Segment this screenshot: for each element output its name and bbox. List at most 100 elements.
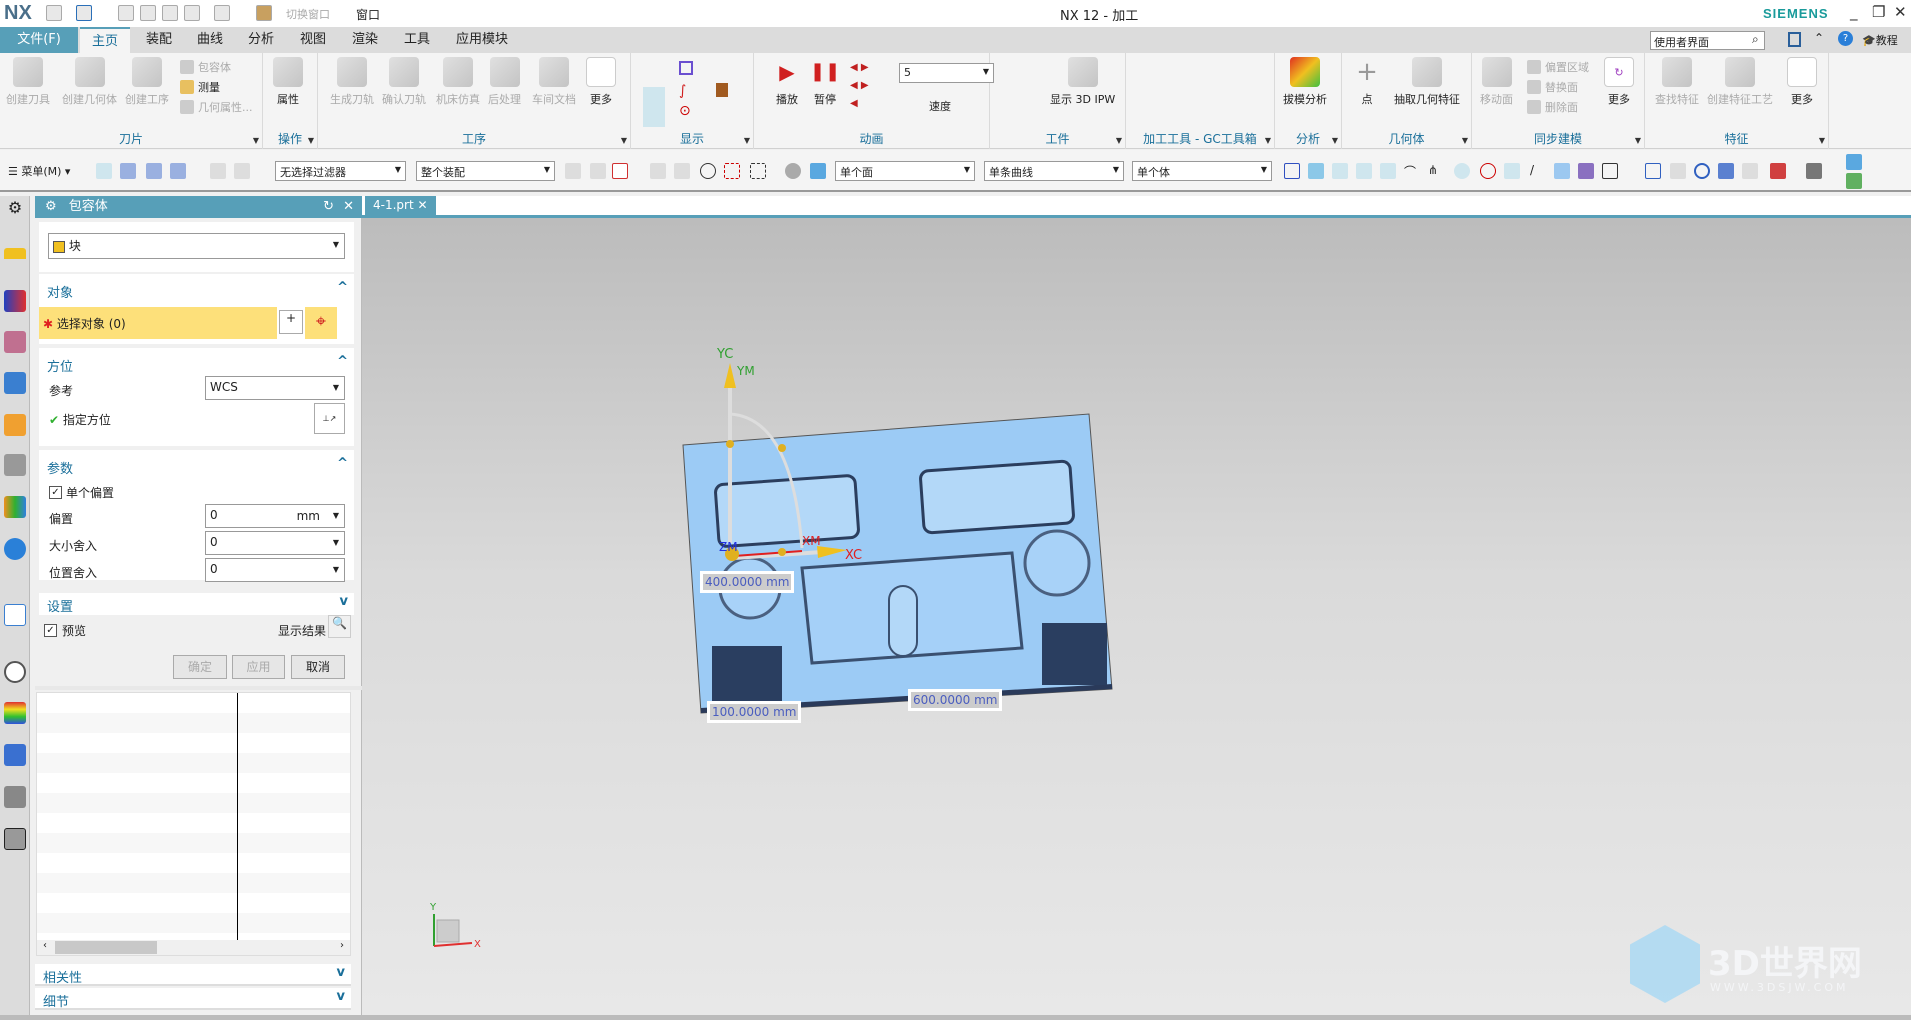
preview-checkbox[interactable]: ✓	[44, 624, 57, 637]
point-icon[interactable]: ⊙	[679, 103, 691, 119]
tab-file[interactable]: 文件(F)	[0, 27, 78, 53]
replace-face-button[interactable]: 替换面	[1527, 79, 1578, 95]
menu-button[interactable]: ☰ 菜单(M) ▾	[8, 163, 70, 179]
bounding-body-button[interactable]: 包容体	[180, 59, 231, 75]
tool-icon[interactable]	[4, 744, 26, 766]
rotate-icon[interactable]	[1694, 163, 1710, 179]
control-point-icon[interactable]: ⌒	[1404, 163, 1420, 179]
snap-icon[interactable]	[650, 163, 666, 179]
expand-icon[interactable]: v	[337, 989, 345, 1004]
assembly-navigator-icon[interactable]	[4, 414, 26, 436]
search-icon[interactable]: ⌕	[1752, 32, 1759, 47]
switch-window-button[interactable]: 切换窗口	[286, 6, 330, 22]
selection-icon[interactable]	[146, 163, 162, 179]
orientation-header[interactable]: 方位	[47, 356, 73, 375]
body-rule-dropdown[interactable]: 单个体	[1132, 161, 1272, 181]
dependency-header[interactable]: 相关性	[43, 967, 82, 986]
pan-icon[interactable]	[1670, 163, 1686, 179]
snap-icon[interactable]	[674, 163, 690, 179]
offset-unit[interactable]: mm	[297, 509, 320, 523]
command-search-input[interactable]: 使用者界面	[1650, 31, 1765, 50]
settings-icon[interactable]: ⚙	[4, 198, 26, 220]
orient-view-icon[interactable]	[1846, 154, 1862, 170]
csys-dialog-button[interactable]: ⊥↗	[314, 403, 345, 434]
show-result-button[interactable]: 🔍	[328, 615, 351, 638]
details-header[interactable]: 细节	[43, 991, 69, 1010]
ok-button[interactable]: 确定	[173, 655, 227, 679]
perspective-icon[interactable]	[1718, 163, 1734, 179]
group-menu-icon[interactable]: ▼	[1116, 136, 1122, 145]
operation-list[interactable]: ‹ ›	[36, 692, 351, 956]
reuse-library-icon[interactable]	[4, 496, 26, 518]
machine-library-icon[interactable]	[4, 828, 26, 850]
play-button[interactable]: ▶ 播放	[772, 57, 802, 107]
type-filter-dropdown[interactable]: 无选择过滤器	[275, 161, 406, 181]
close-icon[interactable]: ✕	[343, 196, 354, 218]
window-menu[interactable]: 窗口	[356, 6, 380, 23]
column-divider[interactable]	[237, 693, 238, 941]
snap-icon[interactable]	[565, 163, 581, 179]
selection-icon[interactable]	[210, 163, 226, 179]
tab-analysis[interactable]: 分析	[236, 27, 286, 53]
touch-mode-icon[interactable]	[256, 5, 272, 21]
machine-simulation-button[interactable]: 机床仿真	[436, 57, 480, 107]
collapse-icon[interactable]: ^	[337, 280, 348, 295]
grid-icon[interactable]	[1602, 163, 1618, 179]
repeat-icon[interactable]	[214, 5, 230, 21]
wrench-icon[interactable]	[4, 786, 26, 808]
offset-input[interactable]: 0 mm ▼	[205, 504, 345, 528]
display-icon[interactable]	[679, 61, 693, 75]
create-tool-button[interactable]: 创建刀具	[6, 57, 50, 107]
snap-icon[interactable]	[724, 163, 740, 179]
face-rule-dropdown[interactable]: 单个面	[835, 161, 975, 181]
selection-icon[interactable]	[96, 163, 112, 179]
properties-button[interactable]: 属性	[273, 57, 303, 107]
help-icon[interactable]: ?	[1838, 31, 1853, 46]
geometry-properties-button[interactable]: 几何属性...	[180, 99, 253, 115]
speed-dropdown[interactable]: 5	[899, 63, 994, 83]
rectangle-select-icon[interactable]	[750, 163, 766, 179]
postprocess-button[interactable]: 后处理	[488, 57, 521, 107]
group-menu-icon[interactable]: ▼	[308, 136, 314, 145]
point-button[interactable]: + 点	[1352, 57, 1382, 107]
step-icons[interactable]: ◀ ▶ ◀ ▶ ◀	[850, 59, 869, 113]
path-icon[interactable]: ∫	[679, 83, 686, 99]
save-icon[interactable]	[46, 5, 62, 21]
show-3d-ipw-button[interactable]: 显示 3D IPW	[1050, 57, 1115, 107]
group-menu-icon[interactable]: ▼	[621, 136, 627, 145]
cancel-button[interactable]: 取消	[291, 655, 345, 679]
height-dimension[interactable]: 400.0000 mm	[700, 571, 795, 593]
fit-view-icon[interactable]	[1645, 163, 1661, 179]
expand-icon[interactable]: v	[337, 965, 345, 980]
snap-icon[interactable]	[1578, 163, 1594, 179]
program-order-icon[interactable]	[4, 290, 26, 312]
tab-render[interactable]: 渲染	[340, 27, 390, 53]
method-view-icon[interactable]	[4, 372, 26, 394]
scroll-left-icon[interactable]: ‹	[43, 940, 47, 951]
edit-section-icon[interactable]	[1846, 173, 1862, 189]
selection-icon[interactable]	[234, 163, 250, 179]
end-point-icon[interactable]	[1356, 163, 1372, 179]
body-icon[interactable]	[810, 163, 826, 179]
view-icon[interactable]	[785, 163, 801, 179]
arc-center-icon[interactable]	[1454, 163, 1470, 179]
scrollbar-thumb[interactable]	[55, 941, 157, 954]
snap-icon[interactable]	[1284, 163, 1300, 179]
tool-icon[interactable]	[716, 83, 728, 97]
collapse-icon[interactable]: ^	[337, 354, 348, 369]
group-menu-icon[interactable]: ▼	[253, 136, 259, 145]
tab-assembly[interactable]: 装配	[134, 27, 184, 53]
more-button[interactable]: 更多	[586, 57, 616, 107]
machine-icon[interactable]	[4, 454, 26, 476]
point-on-face-icon[interactable]	[1554, 163, 1570, 179]
expand-icon[interactable]: v	[340, 594, 348, 609]
group-menu-icon[interactable]: ▼	[1265, 136, 1271, 145]
graphics-window[interactable]: YC YM ZM XM XC 400.0000 mm 600.0000 mm 1…	[362, 218, 1911, 1015]
mid-point-icon[interactable]	[1380, 163, 1396, 179]
arrow-icon[interactable]	[1308, 163, 1324, 179]
extract-geometry-button[interactable]: 抽取几何特征	[1394, 57, 1460, 107]
snap-icon[interactable]	[590, 163, 606, 179]
point-snap-icon[interactable]	[700, 163, 716, 179]
size-round-dropdown[interactable]: 0 ▼	[205, 531, 345, 555]
filter-icon[interactable]	[612, 163, 628, 179]
